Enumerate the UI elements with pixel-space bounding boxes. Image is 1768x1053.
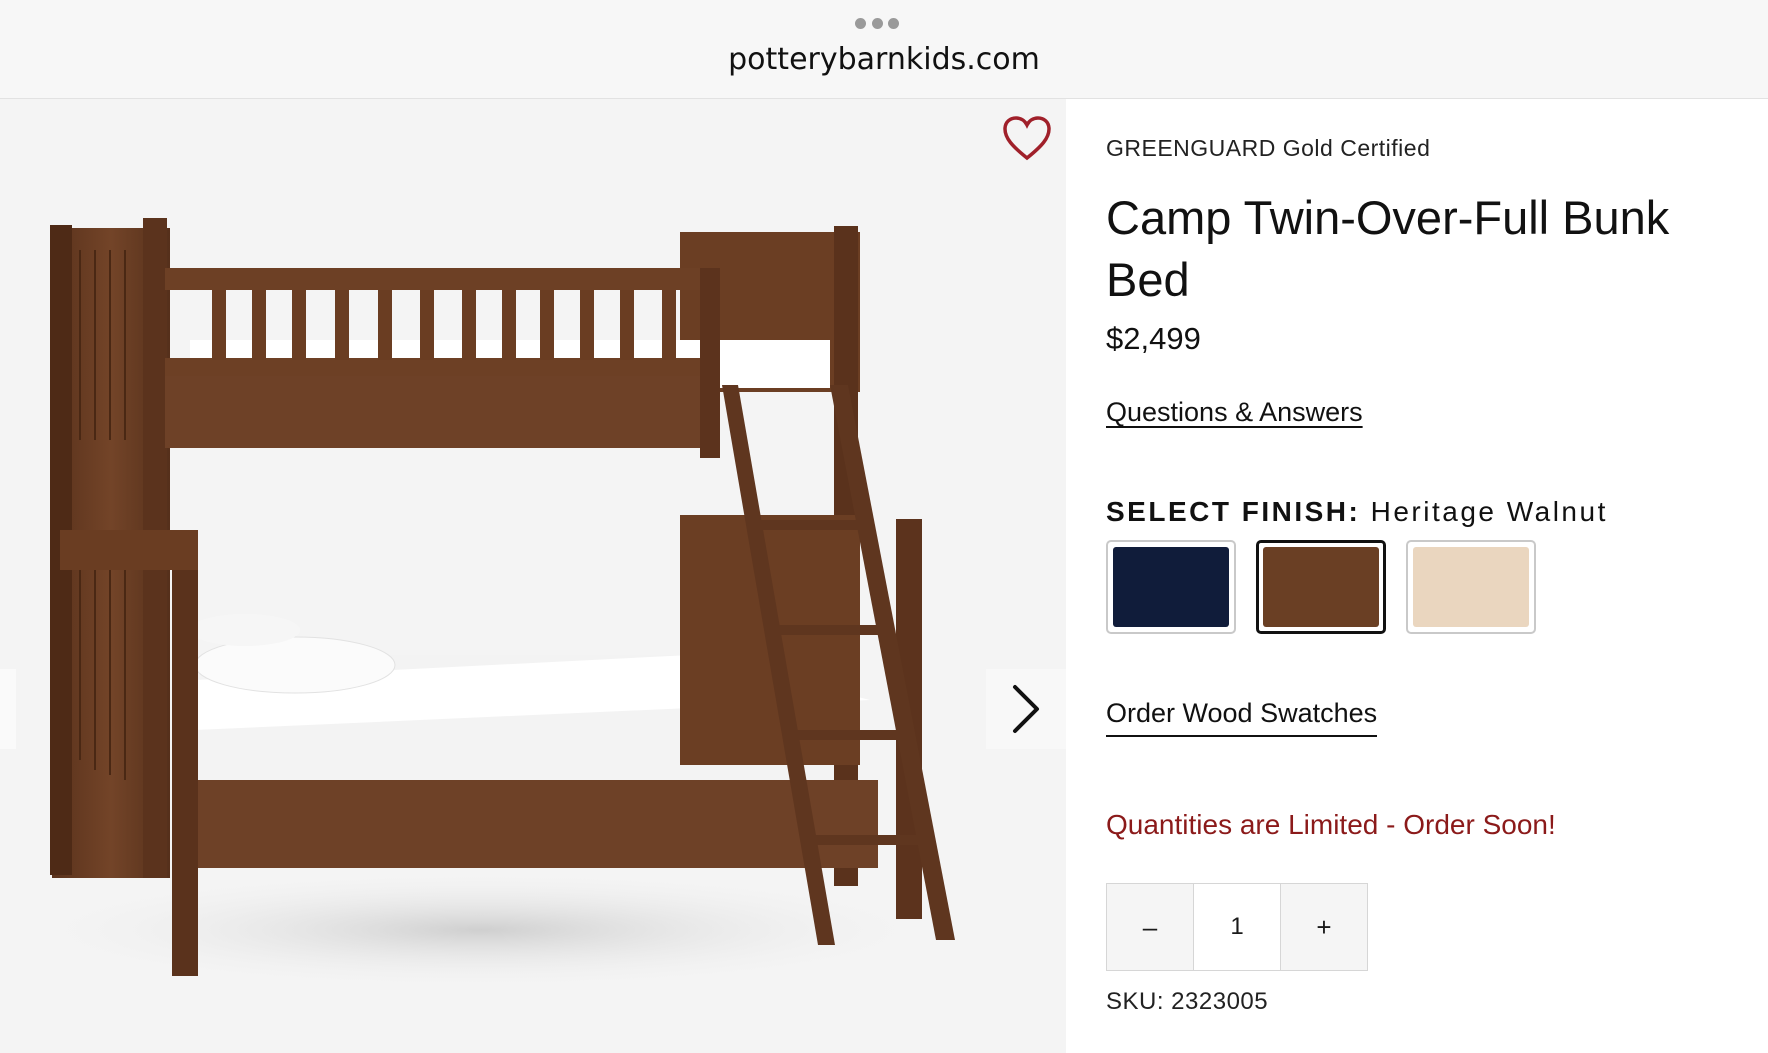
swatch-fill bbox=[1113, 547, 1229, 627]
ellipsis-icon[interactable] bbox=[855, 18, 899, 30]
browser-bar: potterybarnkids.com bbox=[0, 0, 1768, 99]
product-sku: SKU: 2323005 bbox=[1106, 988, 1269, 1015]
order-wood-swatches-link[interactable]: Order Wood Swatches bbox=[1106, 698, 1378, 737]
next-image-button[interactable] bbox=[986, 669, 1066, 749]
quantity-increase-button[interactable]: + bbox=[1281, 884, 1367, 970]
finish-label: SELECT FINISH: bbox=[1106, 496, 1361, 527]
product-gallery bbox=[0, 99, 1066, 1053]
certification-badge: GREENGUARD Gold Certified bbox=[1106, 135, 1431, 161]
limited-quantity-notice: Quantities are Limited - Order Soon! bbox=[1106, 809, 1556, 840]
product-title: Camp Twin-Over-Full Bunk Bed bbox=[1106, 191, 1670, 306]
quantity-input[interactable]: 1 bbox=[1193, 884, 1281, 970]
questions-answers-link[interactable]: Questions & Answers bbox=[1106, 397, 1363, 428]
product-image bbox=[10, 218, 955, 990]
chevron-right-icon bbox=[1013, 685, 1039, 733]
quantity-stepper: – 1 + bbox=[1106, 883, 1368, 971]
finish-selector-label: SELECT FINISH: Heritage Walnut bbox=[1106, 496, 1608, 528]
swatch-heritage-walnut[interactable] bbox=[1256, 540, 1386, 634]
swatch-navy[interactable] bbox=[1106, 540, 1236, 634]
swatch-fill bbox=[1263, 547, 1379, 627]
previous-image-button[interactable] bbox=[0, 669, 16, 749]
finish-swatches bbox=[1106, 540, 1536, 634]
url-text[interactable]: potterybarnkids.com bbox=[0, 42, 1768, 77]
quantity-decrease-button[interactable]: – bbox=[1107, 884, 1193, 970]
heart-icon[interactable] bbox=[1002, 116, 1052, 162]
swatch-natural[interactable] bbox=[1406, 540, 1536, 634]
swatch-fill bbox=[1413, 547, 1529, 627]
finish-selected-value: Heritage Walnut bbox=[1370, 496, 1608, 527]
product-price: $2,499 bbox=[1106, 321, 1201, 356]
